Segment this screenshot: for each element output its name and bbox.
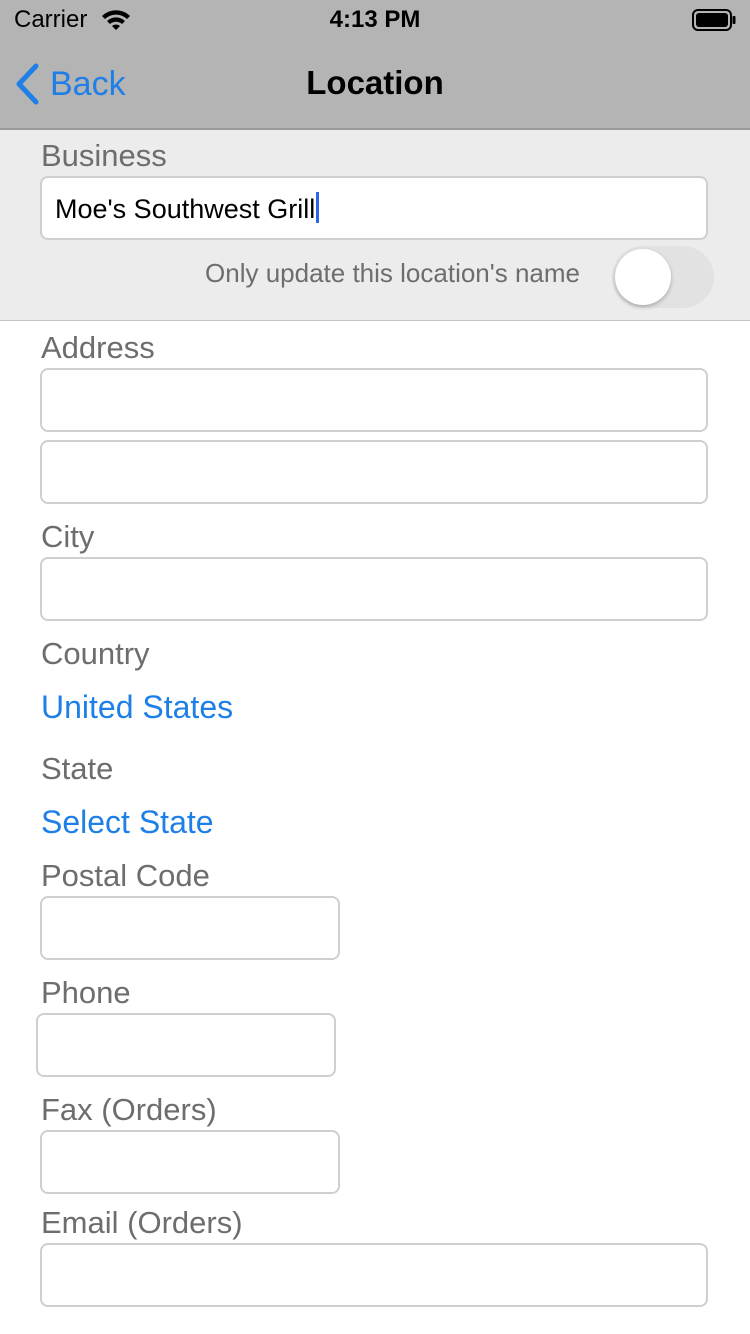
address-line2-field[interactable] xyxy=(40,440,708,504)
city-label: City xyxy=(41,519,95,554)
status-bar: Carrier 4:13 PM xyxy=(0,0,750,40)
status-time: 4:13 PM xyxy=(329,6,421,33)
nav-bar: Back Location xyxy=(0,40,750,130)
city-field[interactable] xyxy=(40,557,708,621)
business-label: Business xyxy=(41,138,167,173)
address-label: Address xyxy=(41,330,155,365)
state-selector[interactable]: Select State xyxy=(41,804,214,841)
state-label: State xyxy=(41,751,114,786)
fax-field[interactable] xyxy=(40,1130,340,1194)
business-name-value-wrap: Moe's Southwest Grill xyxy=(55,192,320,225)
email-field[interactable] xyxy=(40,1243,708,1307)
address-line1-field[interactable] xyxy=(40,368,708,432)
only-update-name-toggle[interactable] xyxy=(612,246,714,308)
only-update-name-label: Only update this location's name xyxy=(205,258,580,288)
email-label: Email (Orders) xyxy=(41,1205,243,1240)
toggle-knob xyxy=(615,249,671,305)
page-title: Location xyxy=(306,64,444,101)
business-section: Business Moe's Southwest Grill Only upda… xyxy=(0,130,750,321)
country-selector[interactable]: United States xyxy=(41,689,233,726)
country-label: Country xyxy=(41,636,150,671)
business-name-value: Moe's Southwest Grill xyxy=(55,194,316,224)
fax-label: Fax (Orders) xyxy=(41,1092,217,1127)
battery-icon xyxy=(692,9,736,31)
text-caret xyxy=(316,192,320,223)
postal-code-label: Postal Code xyxy=(41,858,210,893)
postal-code-field[interactable] xyxy=(40,896,340,960)
business-name-field[interactable]: Moe's Southwest Grill xyxy=(40,176,708,240)
phone-field[interactable] xyxy=(36,1013,336,1077)
phone-label: Phone xyxy=(41,975,131,1010)
